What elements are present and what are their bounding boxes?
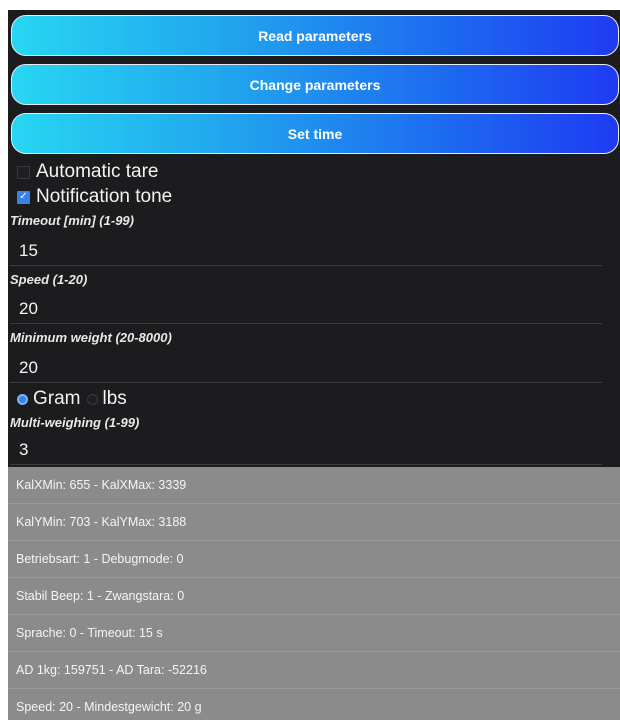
multi-weighing-label: Multi-weighing (1-99) [10,415,140,430]
info-row: Betriebsart: 1 - Debugmode: 0 [8,541,620,578]
change-parameters-button[interactable]: Change parameters [11,64,619,105]
speed-input[interactable]: 20 [10,294,602,324]
info-row: AD 1kg: 159751 - AD Tara: -52216 [8,652,620,689]
info-row: Sprache: 0 - Timeout: 15 s [8,615,620,652]
unit-radio-group: Gram lbs [8,387,127,411]
info-row: KalXMin: 655 - KalXMax: 3339 [8,467,620,504]
info-row: KalYMin: 703 - KalYMax: 3188 [8,504,620,541]
minimum-weight-label: Minimum weight (20-8000) [10,330,172,345]
automatic-tare-label: Automatic tare [36,161,159,182]
multi-weighing-input[interactable]: 3 [10,435,602,465]
read-parameters-button[interactable]: Read parameters [11,15,619,56]
lbs-radio-icon[interactable] [86,393,98,405]
automatic-tare-checkbox[interactable]: Automatic tare [8,160,159,184]
notification-tone-label: Notification tone [36,186,173,207]
lbs-label[interactable]: lbs [103,388,127,410]
notification-tone-checkbox[interactable]: ✓ Notification tone [8,185,172,209]
checkbox-unchecked-icon[interactable] [17,165,30,179]
gram-radio-icon[interactable] [17,393,28,405]
info-row: Stabil Beep: 1 - Zwangstara: 0 [8,578,620,615]
gram-label[interactable]: Gram [33,388,81,410]
info-row: Speed: 20 - Mindestgewicht: 20 g [8,689,620,720]
set-time-button[interactable]: Set time [11,113,619,154]
timeout-label: Timeout [min] (1-99) [10,213,134,228]
app-screen: Read parameters Change parameters Set ti… [8,10,620,720]
timeout-input[interactable]: 15 [10,236,602,266]
info-panel: KalXMin: 655 - KalXMax: 3339 KalYMin: 70… [8,467,620,720]
checkbox-checked-icon[interactable]: ✓ [17,190,30,204]
minimum-weight-input[interactable]: 20 [10,353,602,383]
speed-label: Speed (1-20) [10,272,88,287]
